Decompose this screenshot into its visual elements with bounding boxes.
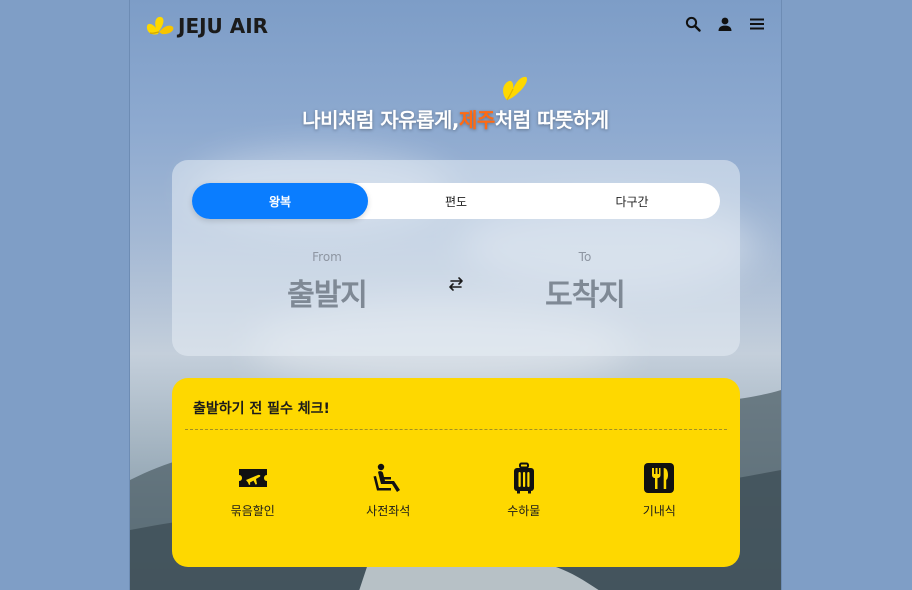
arrival-selector[interactable]: To 도착지 (485, 250, 685, 314)
top-header: JEJU AIR (130, 0, 781, 56)
departure-selector[interactable]: From 출발지 (227, 250, 427, 314)
bundle-discount-label: 묶음할인 (230, 504, 275, 518)
checklist-item-bundle-discount[interactable]: 묶음할인 (185, 462, 321, 519)
swap-arrows-icon[interactable] (446, 276, 466, 292)
tab-round-trip[interactable]: 왕복 (192, 183, 368, 219)
tab-one-way[interactable]: 편도 (368, 183, 544, 219)
checklist-items: 묶음할인 사전좌석 수하물 기내식 (185, 462, 727, 519)
logo-text: JEJU AIR (178, 14, 269, 38)
dashed-divider (185, 429, 727, 430)
hero-headline: 나비처럼 자유롭게,제주처럼 따뜻하게 (130, 104, 781, 133)
to-label: To (578, 250, 592, 264)
header-actions (683, 14, 767, 34)
headline-text-post: 처럼 따뜻하게 (494, 108, 609, 132)
butterfly-icon (503, 76, 528, 101)
route-selector: From 출발지 To 도착지 (172, 250, 740, 320)
seat-label: 사전좌석 (366, 504, 411, 518)
app-screen: JEJU AIR 나비처럼 자유롭게,제주처럼 따뜻하게 왕복 편도 다구간 F… (129, 0, 782, 590)
luggage-icon (513, 462, 534, 494)
checklist-item-seat[interactable]: 사전좌석 (321, 462, 457, 519)
checklist-item-baggage[interactable]: 수하물 (456, 462, 592, 519)
checklist-item-meal[interactable]: 기내식 (592, 462, 728, 519)
pre-departure-checklist: 출발하기 전 필수 체크! 묶음할인 사전좌석 수하물 기내식 (172, 378, 740, 567)
flight-search-card: 왕복 편도 다구간 From 출발지 To 도착지 (172, 160, 740, 356)
departure-placeholder: 출발지 (287, 278, 368, 313)
from-label: From (312, 250, 342, 264)
baggage-label: 수하물 (507, 504, 541, 518)
user-icon[interactable] (715, 14, 735, 34)
jejuair-logo[interactable]: JEJU AIR (144, 14, 268, 38)
seat-icon (373, 463, 401, 492)
search-icon[interactable] (683, 14, 703, 34)
butterfly-logo-icon (146, 16, 174, 35)
trip-type-tabs: 왕복 편도 다구간 (192, 183, 720, 219)
meal-label: 기내식 (642, 504, 676, 518)
tab-multi-city[interactable]: 다구간 (544, 183, 720, 219)
ticket-plane-icon (238, 469, 267, 487)
headline-text-pre: 나비처럼 자유롭게, (302, 108, 460, 132)
arrival-placeholder: 도착지 (545, 278, 626, 313)
meal-icon (644, 463, 675, 493)
checklist-title: 출발하기 전 필수 체크! (193, 401, 330, 417)
headline-accent: 제주 (459, 108, 495, 132)
menu-icon[interactable] (747, 14, 767, 34)
